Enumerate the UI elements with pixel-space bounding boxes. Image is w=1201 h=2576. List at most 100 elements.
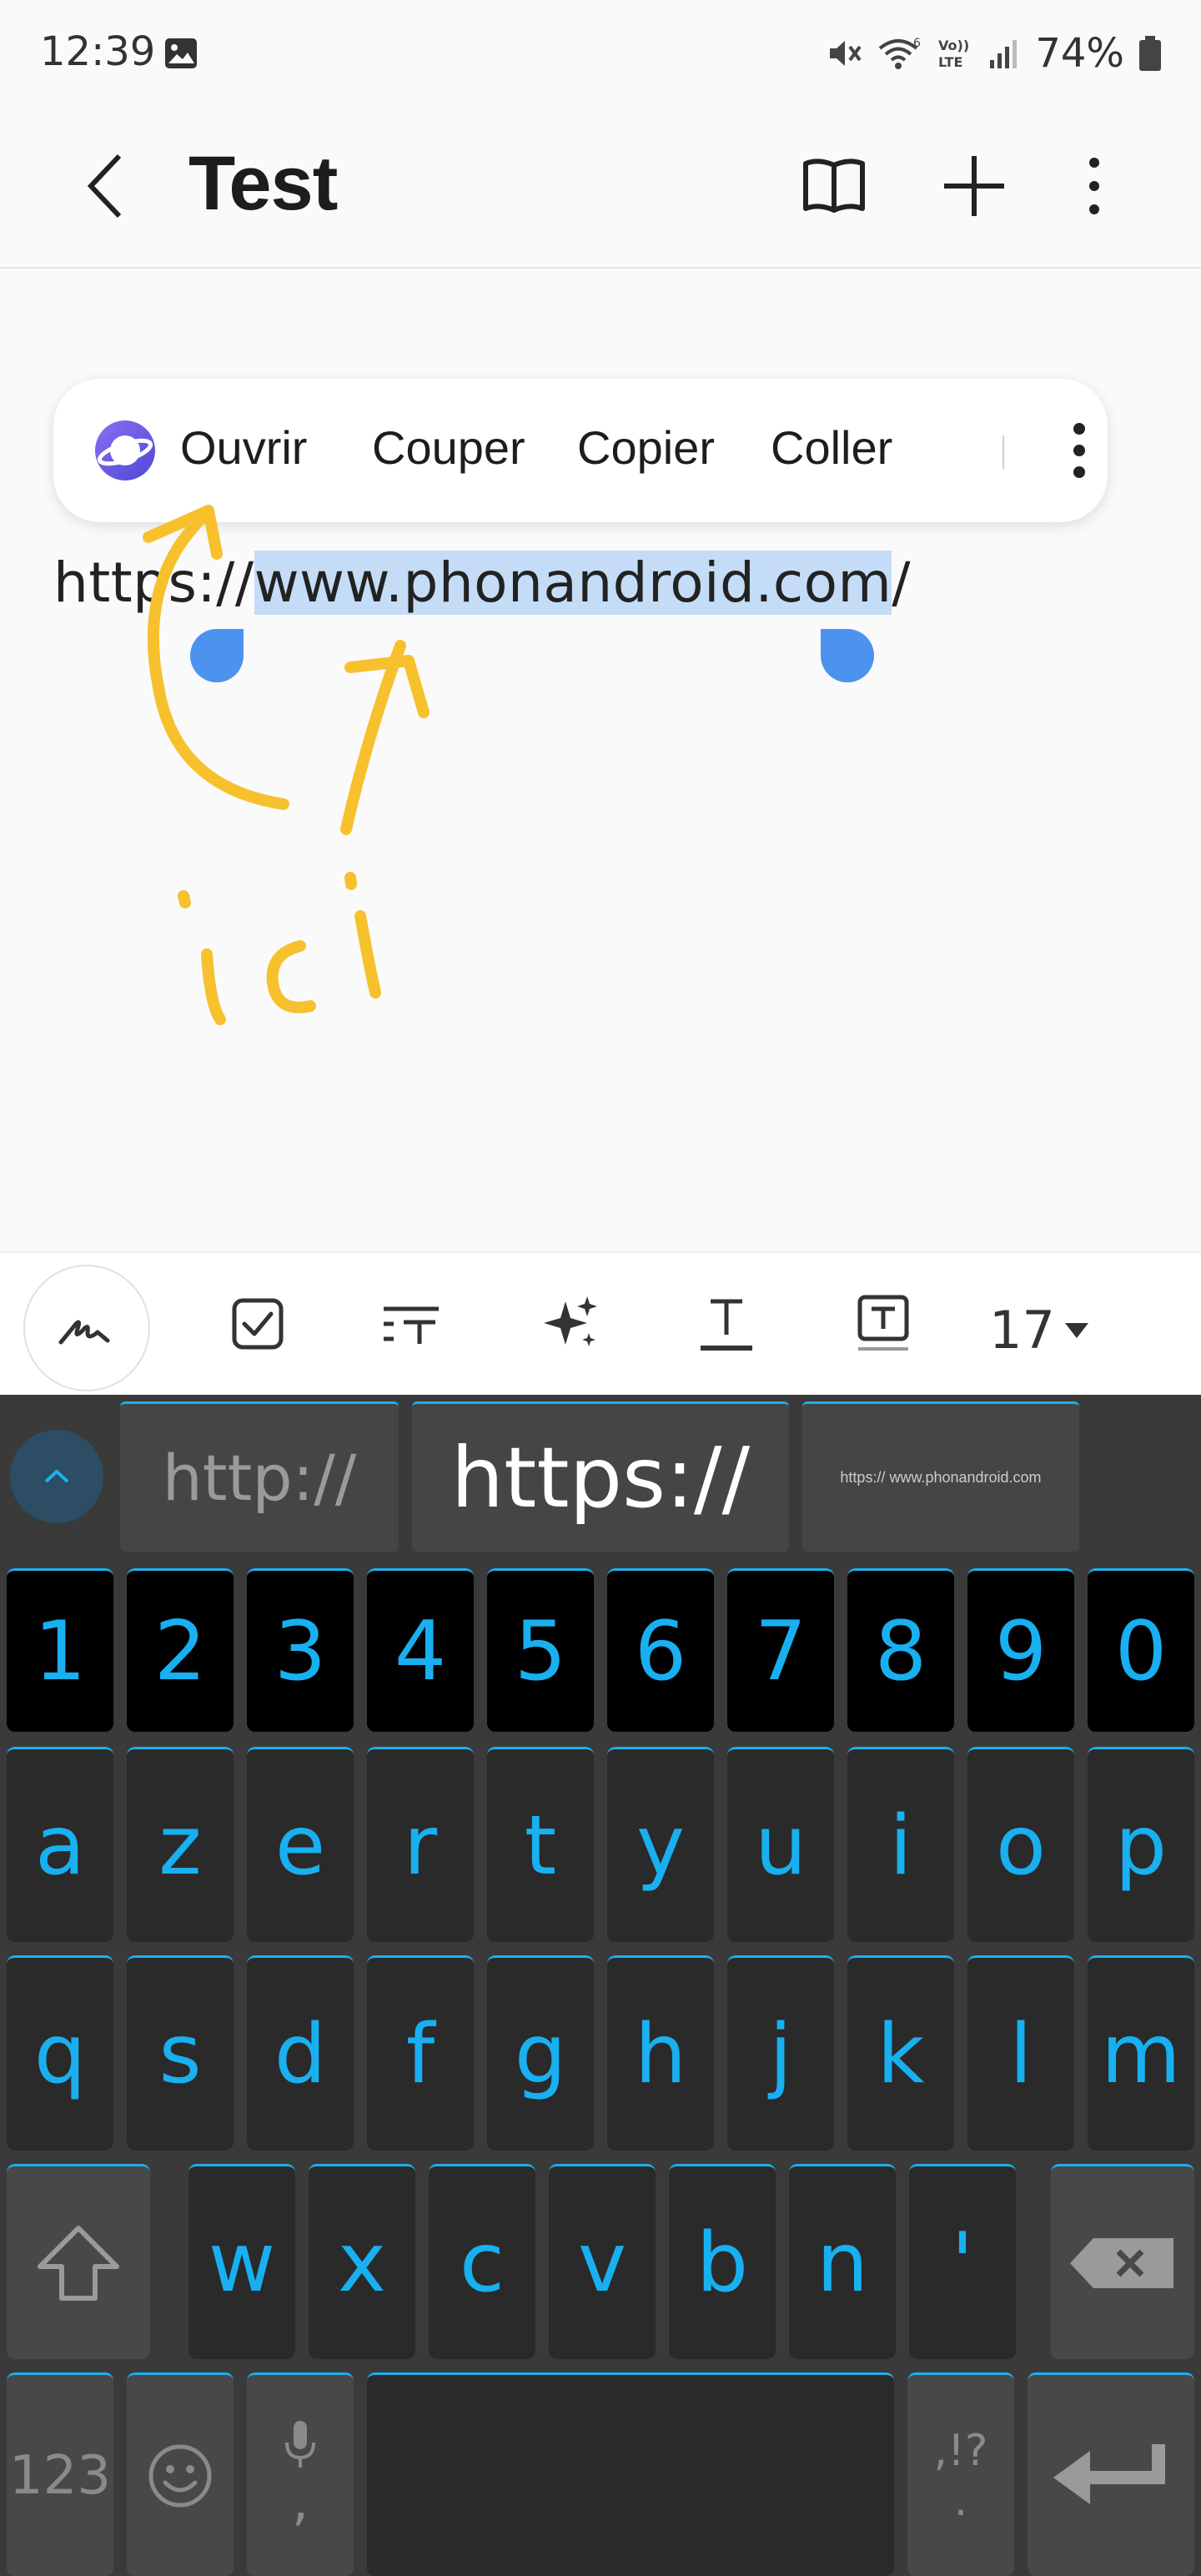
text-underline-icon [701, 1299, 752, 1351]
key-z[interactable]: z [127, 1747, 234, 1942]
svg-text:LTE: LTE [938, 54, 962, 70]
key-6[interactable]: 6 [607, 1568, 714, 1732]
key-o[interactable]: o [967, 1747, 1074, 1942]
suggestion-3[interactable]: https:// www.phonandroid.com [802, 1401, 1079, 1552]
status-bar: 12:39 6 Vo)) LTE 74% [0, 0, 1201, 108]
menu-more-button[interactable] [1051, 412, 1108, 489]
key-i[interactable]: i [847, 1747, 954, 1942]
text-box-button[interactable] [829, 1270, 937, 1378]
key-k[interactable]: k [847, 1955, 954, 2151]
key-n[interactable]: n [789, 2164, 896, 2359]
plus-icon [944, 156, 1004, 216]
menu-divider [1003, 435, 1004, 469]
selected-text: www.phonandroid.com [254, 551, 892, 615]
key-v[interactable]: v [549, 2164, 656, 2359]
more-vertical-icon [1073, 423, 1085, 478]
handwriting-pen-icon [58, 1320, 110, 1345]
backspace-icon [1070, 2237, 1173, 2288]
suggestion-1[interactable]: http:// [120, 1401, 399, 1552]
key-x[interactable]: x [309, 2164, 415, 2359]
voice-comma-key[interactable]: , [247, 2372, 354, 2576]
note-editor[interactable]: Ouvrir Couper Copier Coller https://www.… [0, 270, 1201, 1251]
key-l[interactable]: l [967, 1955, 1074, 2151]
note-text[interactable]: https://www.phonandroid.com/ [53, 551, 911, 615]
key-0[interactable]: 0 [1088, 1568, 1194, 1732]
key-y[interactable]: y [607, 1747, 714, 1942]
space-key[interactable] [367, 2372, 894, 2576]
key-b[interactable]: b [669, 2164, 776, 2359]
backspace-key[interactable] [1051, 2164, 1194, 2359]
key-t[interactable]: t [487, 1747, 594, 1942]
key-a[interactable]: a [7, 1747, 113, 1942]
add-button[interactable] [932, 142, 1016, 230]
ai-assist-button[interactable] [517, 1270, 626, 1378]
key-9[interactable]: 9 [967, 1568, 1074, 1732]
gallery-icon [165, 38, 197, 68]
key-p[interactable]: p [1088, 1747, 1194, 1942]
shift-key[interactable] [7, 2164, 150, 2359]
key-2[interactable]: 2 [127, 1568, 234, 1732]
more-options-button[interactable] [1053, 142, 1136, 230]
key-apostrophe[interactable]: ' [909, 2164, 1016, 2359]
text-box-icon [857, 1295, 909, 1351]
ai-sparkle-icon [544, 1296, 597, 1346]
collapse-keyboard-button[interactable] [10, 1430, 103, 1523]
wifi-6-icon: 6 [879, 37, 921, 69]
key-h[interactable]: h [607, 1955, 714, 2151]
status-time: 12:39 [40, 28, 156, 75]
book-icon [803, 158, 865, 213]
checkbox-icon [232, 1298, 284, 1350]
punct-top-label: ,!? [933, 2425, 988, 2476]
mute-icon [830, 41, 862, 66]
key-4[interactable]: 4 [367, 1568, 474, 1732]
back-icon [87, 153, 122, 219]
menu-copy-button[interactable]: Copier [577, 420, 715, 475]
numbers-key-label: 123 [8, 2444, 112, 2507]
svg-text:6: 6 [913, 37, 921, 50]
menu-open-button[interactable]: Ouvrir [180, 420, 307, 475]
handwriting-button[interactable] [23, 1265, 150, 1391]
comma-label: , [291, 2470, 309, 2533]
key-g[interactable]: g [487, 1955, 594, 2151]
emoji-key[interactable] [127, 2372, 234, 2576]
key-f[interactable]: f [367, 1955, 474, 2151]
font-size-selector[interactable]: 17 [989, 1300, 1088, 1361]
enter-key[interactable] [1028, 2372, 1194, 2576]
key-e[interactable]: e [247, 1747, 354, 1942]
key-c[interactable]: c [429, 2164, 535, 2359]
key-j[interactable]: j [727, 1955, 834, 2151]
key-8[interactable]: 8 [847, 1568, 954, 1732]
url-prefix: https:// [53, 551, 254, 615]
key-s[interactable]: s [127, 1955, 234, 2151]
page-title: Test [188, 141, 338, 226]
back-button[interactable] [73, 142, 137, 230]
key-m[interactable]: m [1088, 1955, 1194, 2151]
key-7[interactable]: 7 [727, 1568, 834, 1732]
text-style-icon [384, 1306, 439, 1344]
key-r[interactable]: r [367, 1747, 474, 1942]
key-u[interactable]: u [727, 1747, 834, 1942]
suggestion-2[interactable]: https:// [412, 1401, 789, 1552]
reading-mode-button[interactable] [792, 142, 876, 230]
selection-start-handle[interactable] [190, 629, 244, 682]
menu-cut-button[interactable]: Couper [372, 420, 525, 475]
numbers-key[interactable]: 123 [7, 2372, 113, 2576]
text-format-button[interactable] [672, 1270, 781, 1378]
chevron-up-icon [44, 1469, 69, 1483]
checkbox-button[interactable] [204, 1270, 312, 1378]
signal-icon [990, 40, 1018, 68]
text-selection-menu: Ouvrir Couper Copier Coller [53, 379, 1108, 522]
key-d[interactable]: d [247, 1955, 354, 2151]
enter-icon [1053, 2443, 1165, 2504]
keyboard: http:// https:// https:// www.phonandroi… [0, 1395, 1201, 2576]
key-w[interactable]: w [188, 2164, 295, 2359]
key-5[interactable]: 5 [487, 1568, 594, 1732]
punctuation-key[interactable]: ,!? . [907, 2372, 1014, 2576]
more-vertical-icon [1089, 158, 1099, 214]
menu-paste-button[interactable]: Coller [771, 420, 892, 475]
key-3[interactable]: 3 [247, 1568, 354, 1732]
key-q[interactable]: q [7, 1955, 113, 2151]
key-1[interactable]: 1 [7, 1568, 113, 1732]
text-style-button[interactable] [357, 1270, 465, 1378]
selection-end-handle[interactable] [821, 629, 874, 682]
